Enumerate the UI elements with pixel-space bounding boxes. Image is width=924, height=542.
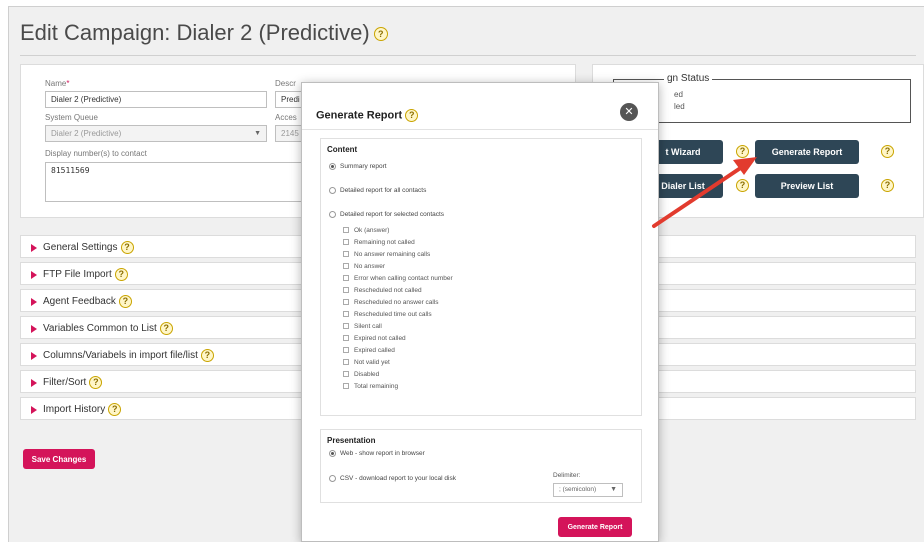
report-type-detailed-selected[interactable]: Detailed report for selected contacts [329, 211, 444, 218]
checkbox-icon[interactable] [343, 323, 349, 330]
accordion-label: Filter/Sort [43, 377, 87, 389]
modal-title: Generate Report? [316, 109, 419, 122]
title-divider [20, 55, 916, 56]
campaign-status-legend: gn Status [664, 73, 713, 84]
filter-checkbox-row[interactable]: Total remaining [343, 383, 398, 390]
presentation-web[interactable]: Web - show report in browser [329, 450, 425, 457]
presentation-csv[interactable]: CSV - download report to your local disk [329, 475, 456, 482]
preview-list-button[interactable]: Preview List [755, 174, 859, 198]
help-icon[interactable]: ? [736, 179, 749, 192]
delimiter-select[interactable]: ; (semicolon) ▼ [553, 483, 623, 497]
filter-checkbox-row[interactable]: No answer [343, 263, 385, 270]
triangle-right-icon [31, 405, 37, 414]
checkbox-icon[interactable] [343, 371, 349, 378]
name-label: Name* [45, 79, 70, 88]
checkbox-icon[interactable] [343, 383, 349, 390]
triangle-right-icon [31, 324, 37, 333]
status-line: led [674, 102, 685, 111]
page-title: Edit Campaign: Dialer 2 (Predictive)? [20, 20, 388, 46]
display-numbers-label: Display number(s) to contact [45, 149, 147, 158]
help-icon[interactable]: ? [200, 349, 214, 362]
filter-checkbox-row[interactable]: Expired called [343, 347, 395, 354]
modal-divider [302, 129, 658, 130]
presentation-section-title: Presentation [327, 436, 376, 445]
accordion-label: Import History [43, 404, 106, 416]
filter-checkbox-row[interactable]: No answer remaining calls [343, 251, 430, 258]
triangle-right-icon [31, 378, 37, 387]
page-title-text: Edit Campaign: Dialer 2 (Predictive) [20, 20, 370, 45]
modal-generate-report-button[interactable]: Generate Report [558, 517, 632, 537]
filter-checkbox-row[interactable]: Expired not called [343, 335, 406, 342]
filter-checkbox-row[interactable]: Silent call [343, 323, 382, 330]
checkbox-icon[interactable] [343, 251, 349, 258]
radio-selected-icon[interactable] [329, 163, 336, 170]
help-icon[interactable]: ? [89, 376, 103, 389]
help-icon[interactable]: ? [881, 179, 894, 192]
checkbox-icon[interactable] [343, 263, 349, 270]
description-label: Descr [275, 79, 296, 88]
triangle-right-icon [31, 270, 37, 279]
accordion-label: Agent Feedback [43, 296, 116, 308]
accordion-label: General Settings [43, 242, 118, 254]
report-type-summary[interactable]: Summary report [329, 163, 387, 170]
generate-report-button[interactable]: Generate Report [755, 140, 859, 164]
display-numbers-textarea[interactable]: 81511569 [45, 162, 307, 202]
report-type-detailed-all[interactable]: Detailed report for all contacts [329, 187, 426, 194]
filter-checkbox-row[interactable]: Remaining not called [343, 239, 415, 246]
checkbox-icon[interactable] [343, 239, 349, 246]
help-icon[interactable]: ? [118, 295, 132, 308]
filter-checkbox-row[interactable]: Error when calling contact number [343, 275, 453, 282]
checkbox-icon[interactable] [343, 347, 349, 354]
filter-checkbox-row[interactable]: Rescheduled no answer calls [343, 299, 439, 306]
chevron-down-icon: ▼ [254, 130, 261, 137]
help-icon[interactable]: ? [114, 268, 128, 281]
help-icon[interactable]: ? [736, 145, 749, 158]
triangle-right-icon [31, 243, 37, 252]
help-icon[interactable]: ? [881, 145, 894, 158]
checkbox-icon[interactable] [343, 359, 349, 366]
content-section-title: Content [327, 145, 358, 154]
radio-selected-icon[interactable] [329, 450, 336, 457]
help-icon[interactable]: ? [405, 109, 419, 122]
access-label: Acces [275, 113, 297, 122]
triangle-right-icon [31, 297, 37, 306]
checkbox-icon[interactable] [343, 299, 349, 306]
checkbox-icon[interactable] [343, 287, 349, 294]
content-section: Content Summary report Detailed report f… [320, 138, 642, 416]
help-icon[interactable]: ? [108, 403, 122, 416]
triangle-right-icon [31, 351, 37, 360]
generate-report-modal: Generate Report? ✕ Content Summary repor… [301, 82, 659, 542]
accordion-label: Variables Common to List [43, 323, 157, 335]
help-icon[interactable]: ? [159, 322, 173, 335]
presentation-section: Presentation Web - show report in browse… [320, 429, 642, 503]
close-icon[interactable]: ✕ [620, 103, 638, 121]
system-queue-label: System Queue [45, 113, 98, 122]
filter-checkbox-row[interactable]: Rescheduled time out calls [343, 311, 432, 318]
checkbox-icon[interactable] [343, 335, 349, 342]
delimiter-label: Delimiter: [553, 472, 581, 479]
checkbox-icon[interactable] [343, 275, 349, 282]
accordion-label: FTP File Import [43, 269, 112, 281]
help-icon[interactable]: ? [120, 241, 134, 254]
radio-icon[interactable] [329, 211, 336, 218]
filter-checkbox-row[interactable]: Rescheduled not called [343, 287, 422, 294]
chevron-down-icon: ▼ [610, 486, 617, 493]
checkbox-icon[interactable] [343, 227, 349, 234]
filter-checkbox-row[interactable]: Disabled [343, 371, 379, 378]
accordion-label: Columns/Variabels in import file/list [43, 350, 198, 362]
filter-checkbox-row[interactable]: Ok (answer) [343, 227, 389, 234]
system-queue-select[interactable]: Dialer 2 (Predictive) ▼ [45, 125, 267, 142]
save-changes-button[interactable]: Save Changes [23, 449, 95, 469]
help-icon[interactable]: ? [373, 27, 388, 42]
radio-icon[interactable] [329, 475, 336, 482]
name-input[interactable]: Dialer 2 (Predictive) [45, 91, 267, 108]
status-line: ed [674, 90, 683, 99]
radio-icon[interactable] [329, 187, 336, 194]
filter-checkbox-row[interactable]: Not valid yet [343, 359, 390, 366]
checkbox-icon[interactable] [343, 311, 349, 318]
